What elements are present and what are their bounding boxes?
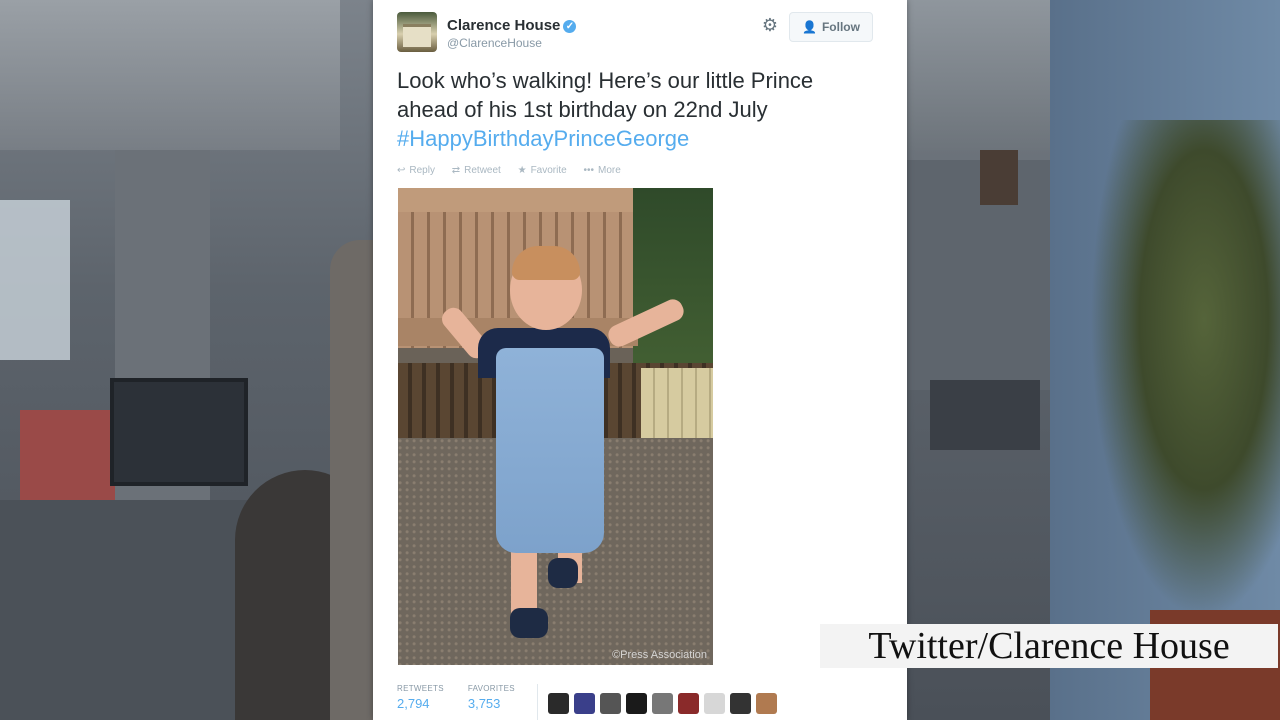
favoriter-avatar[interactable]: [678, 693, 699, 714]
account-handle[interactable]: @ClarenceHouse: [447, 36, 542, 50]
favoriter-avatar[interactable]: [730, 693, 751, 714]
retweet-label: Retweet: [464, 165, 501, 176]
avatar[interactable]: [397, 12, 437, 52]
verified-badge-icon: ✓: [563, 20, 577, 33]
reply-label: Reply: [409, 165, 435, 176]
favorites-label: FAVORITES: [467, 684, 515, 693]
reply-action[interactable]: ↩ Reply: [397, 165, 435, 176]
photo-child-shoe-right: [548, 558, 578, 588]
favorite-label: Favorite: [530, 165, 567, 176]
favoriter-avatar[interactable]: [652, 693, 673, 714]
bg-frame: [980, 150, 1018, 205]
photo-credit: ©Press Association: [612, 649, 707, 661]
tweet-text-line-1: Look who’s walking! Here’s our little Pr…: [397, 68, 814, 93]
favoriter-avatar[interactable]: [704, 693, 725, 714]
bg-plant: [1090, 120, 1280, 620]
bg-panel-right: [905, 160, 1050, 390]
tweet-text: Look who’s walking! Here’s our little Pr…: [397, 66, 877, 153]
favoriters-avatars: [548, 693, 777, 714]
bg-red-panel: [20, 410, 115, 500]
photo-bench-top: [398, 188, 633, 212]
more-dots-icon: •••: [583, 165, 594, 176]
photo-child-shoe-left: [510, 608, 548, 638]
bg-monitor: [110, 378, 248, 486]
tweet-actions: ↩ Reply ⇄ Retweet ★ Favorite ••• More: [397, 165, 635, 176]
bg-ceiling-left: [0, 0, 340, 150]
more-action[interactable]: ••• More: [583, 165, 620, 176]
account-name[interactable]: Clarence House ✓: [447, 17, 577, 34]
follow-label: Follow: [821, 20, 860, 34]
favoriter-avatar[interactable]: [548, 693, 569, 714]
tweet-stats: RETWEETS 2,794 FAVORITES 3,753: [397, 684, 515, 711]
favorite-action[interactable]: ★ Favorite: [518, 165, 567, 176]
retweets-stat[interactable]: RETWEETS 2,794: [397, 684, 444, 711]
retweet-action[interactable]: ⇄ Retweet: [452, 165, 501, 176]
favoriter-avatar[interactable]: [756, 693, 777, 714]
account-name-text[interactable]: Clarence House: [447, 17, 560, 34]
hashtag-link[interactable]: #HappyBirthdayPrinceGeorge: [397, 124, 877, 153]
follow-button[interactable]: 👤 Follow: [789, 12, 873, 42]
favorite-star-icon: ★: [517, 165, 527, 176]
tweet-photo[interactable]: ©Press Association: [398, 188, 713, 665]
more-label: More: [598, 165, 621, 176]
gear-icon[interactable]: ⚙: [761, 16, 779, 34]
photo-child-overalls: [496, 348, 604, 553]
retweet-icon: ⇄: [451, 165, 461, 176]
favorites-count: 3,753: [467, 696, 501, 711]
reply-icon: ↩: [397, 165, 406, 176]
favoriter-avatar[interactable]: [626, 693, 647, 714]
photo-child-leg-left: [511, 546, 537, 616]
retweets-count: 2,794: [397, 696, 430, 711]
favoriter-avatar[interactable]: [600, 693, 621, 714]
avatar-building-graphic: [403, 24, 431, 47]
bg-monitor-right: [930, 380, 1040, 450]
bg-window: [0, 200, 70, 360]
photo-child-hair: [512, 246, 580, 280]
favorites-stat[interactable]: FAVORITES 3,753: [468, 684, 515, 711]
source-caption: Twitter/Clarence House: [820, 624, 1278, 668]
follow-person-icon: 👤: [802, 20, 817, 34]
retweets-label: RETWEETS: [397, 684, 444, 693]
stats-divider: [537, 684, 538, 720]
favoriter-avatar[interactable]: [574, 693, 595, 714]
tweet-card: Clarence House ✓ @ClarenceHouse ⚙ 👤 Follow…: [373, 0, 907, 720]
tweet-text-line-2: ahead of his 1st birthday on 22nd July: [397, 97, 768, 122]
